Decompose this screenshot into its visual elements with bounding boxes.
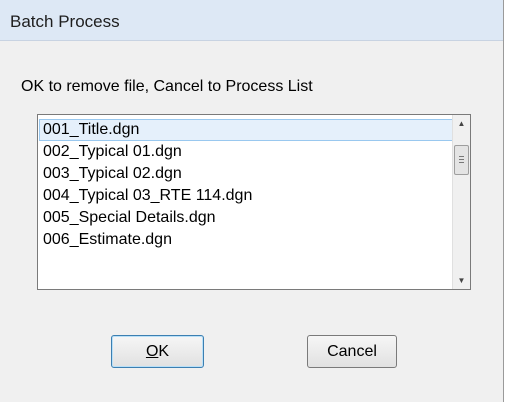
grip-line (459, 162, 464, 163)
ok-button[interactable]: OK (111, 335, 204, 368)
grip-line (459, 156, 464, 157)
cancel-button[interactable]: Cancel (307, 335, 397, 368)
file-listbox[interactable]: 001_Title.dgn 002_Typical 01.dgn 003_Typ… (37, 114, 471, 290)
chevron-down-icon[interactable]: ▼ (453, 272, 470, 289)
list-item[interactable]: 004_Typical 03_RTE 114.dgn (39, 185, 453, 207)
prompt-text: OK to remove file, Cancel to Process Lis… (21, 78, 313, 95)
scroll-thumb[interactable] (454, 145, 469, 175)
window-title: Batch Process (10, 12, 120, 31)
file-list-items: 001_Title.dgn 002_Typical 01.dgn 003_Typ… (39, 119, 453, 251)
grip-line (459, 159, 464, 160)
list-item[interactable]: 002_Typical 01.dgn (39, 141, 453, 163)
ok-mnemonic: O (145, 343, 159, 360)
list-item[interactable]: 003_Typical 02.dgn (39, 163, 453, 185)
vertical-scrollbar[interactable]: ▲ ▼ (452, 115, 470, 289)
chevron-up-icon[interactable]: ▲ (453, 115, 470, 132)
ok-label-rest: K (158, 343, 170, 360)
list-item[interactable]: 001_Title.dgn (39, 119, 453, 141)
list-item[interactable]: 006_Estimate.dgn (39, 229, 453, 251)
list-item[interactable]: 005_Special Details.dgn (39, 207, 453, 229)
batch-process-dialog: Batch Process OK to remove file, Cancel … (0, 0, 504, 402)
title-bar[interactable]: Batch Process (0, 0, 503, 41)
